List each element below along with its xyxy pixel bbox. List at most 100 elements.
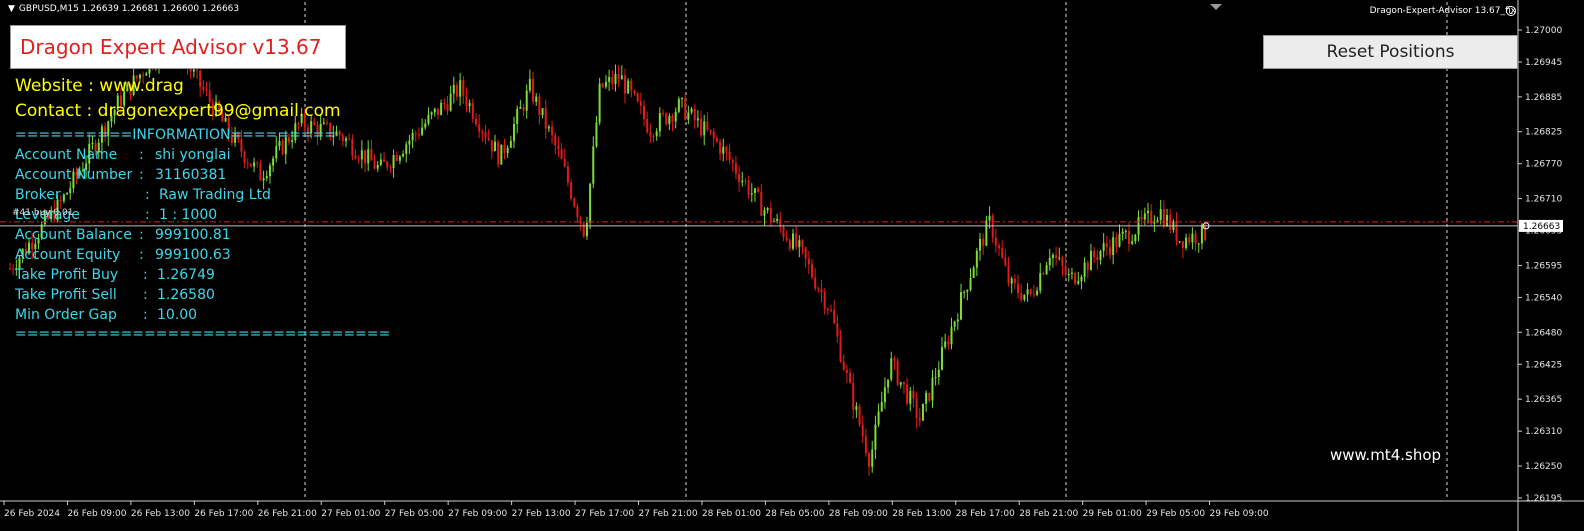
candle-body: [544, 108, 547, 129]
candle-body: [417, 133, 420, 135]
time-tick-label: 27 Feb 13:00: [512, 509, 571, 519]
candle-body: [969, 277, 972, 290]
candle-body: [944, 341, 947, 348]
time-tick-label: 28 Feb 09:00: [829, 509, 888, 519]
candle-body: [348, 138, 351, 140]
candle-body: [636, 93, 639, 102]
candle-body: [402, 153, 405, 157]
candle-body: [966, 289, 969, 292]
price-tick-label: 1.26710: [1525, 195, 1562, 205]
candle-body: [896, 360, 899, 385]
candle-body: [1029, 289, 1032, 294]
price-tick-label: 1.27000: [1525, 26, 1562, 36]
info-separator: :: [143, 267, 148, 283]
watermark-text: www.mt4.shop: [1330, 446, 1442, 464]
time-tick-label: 26 Feb 2024: [4, 509, 60, 519]
candle-body: [452, 84, 455, 94]
candle-body: [1061, 257, 1064, 266]
candle-body: [354, 155, 357, 159]
candle-body: [649, 132, 652, 137]
candle-body: [1140, 216, 1143, 220]
time-tick-label: 29 Feb 01:00: [1083, 509, 1142, 519]
candle-body: [811, 264, 814, 278]
info-label: Min Order Gap: [15, 307, 117, 323]
candle-body: [1188, 237, 1191, 243]
candle-body: [696, 118, 699, 121]
candle-body: [376, 164, 379, 169]
info-value: 1.26580: [157, 287, 215, 303]
candle-body: [715, 138, 718, 142]
candle-body: [408, 140, 411, 145]
candle-body: [1128, 230, 1131, 244]
candle-body: [703, 121, 706, 136]
time-tick-label: 27 Feb 17:00: [575, 509, 634, 519]
candle-body: [443, 102, 446, 105]
dropdown-triangle-icon[interactable]: ▼: [8, 4, 15, 14]
info-value: 31160381: [155, 167, 227, 183]
time-tick-label: 26 Feb 21:00: [258, 509, 317, 519]
candle-body: [1017, 283, 1020, 294]
candle-body: [503, 144, 506, 153]
candle-body: [852, 382, 855, 410]
candle-body: [490, 140, 493, 152]
candle-body: [516, 108, 519, 124]
candle-body: [979, 238, 982, 251]
candle-body: [532, 78, 535, 102]
candle-body: [427, 114, 430, 124]
chart-shift-icon: [1210, 4, 1222, 10]
info-separator: :: [139, 247, 144, 263]
candle-body: [481, 131, 484, 133]
candle-body: [855, 406, 858, 410]
candle-body: [535, 96, 538, 102]
candle-body: [864, 436, 867, 454]
candle-body: [1001, 248, 1004, 258]
candle-body: [874, 424, 877, 450]
candle-body: [554, 135, 557, 146]
candle-body: [956, 319, 959, 322]
candle-body: [646, 118, 649, 133]
candle-body: [655, 131, 658, 137]
candle-body: [725, 146, 728, 152]
candle-body: [687, 112, 690, 120]
info-separator: :: [145, 207, 150, 223]
candle-body: [931, 377, 934, 401]
candle-body: [665, 113, 668, 124]
candle-body: [817, 288, 820, 290]
ea-title-box: Dragon Expert Advisor v13.67: [10, 25, 346, 69]
candle-body: [744, 180, 747, 182]
candle-body: [1169, 215, 1172, 230]
candle-body: [608, 76, 611, 82]
candle-body: [734, 163, 737, 174]
price-tick-label: 1.26540: [1525, 293, 1562, 303]
candle-body: [1036, 290, 1039, 295]
candle-body: [62, 194, 65, 202]
current-price-label: 1.26663: [1523, 222, 1560, 232]
candle-body: [513, 123, 516, 141]
candle-body: [639, 101, 642, 106]
candle-body: [1112, 237, 1115, 255]
candle-body: [1143, 213, 1146, 220]
candle-body: [953, 321, 956, 327]
candle-body: [823, 292, 826, 309]
candle-body: [522, 107, 525, 111]
reset-positions-button[interactable]: Reset Positions: [1263, 35, 1518, 69]
candle-body: [1032, 293, 1035, 295]
info-separator: :: [143, 287, 148, 303]
candle-body: [500, 144, 503, 165]
candle-body: [868, 453, 871, 467]
candle-body: [902, 382, 905, 385]
smiley-icon[interactable]: [1506, 6, 1516, 16]
candle-body: [202, 86, 205, 90]
price-tick-label: 1.26480: [1525, 328, 1562, 338]
candle-body: [551, 126, 554, 136]
candle-body: [455, 84, 458, 97]
candle-body: [1204, 224, 1207, 240]
candle-body: [446, 104, 449, 111]
candle-body: [1074, 272, 1077, 284]
candle-body: [769, 208, 772, 222]
candle-body: [1064, 265, 1067, 275]
candle-body: [700, 118, 703, 136]
candle-body: [1042, 273, 1045, 275]
candle-body: [345, 138, 348, 142]
candle-body: [963, 291, 966, 293]
